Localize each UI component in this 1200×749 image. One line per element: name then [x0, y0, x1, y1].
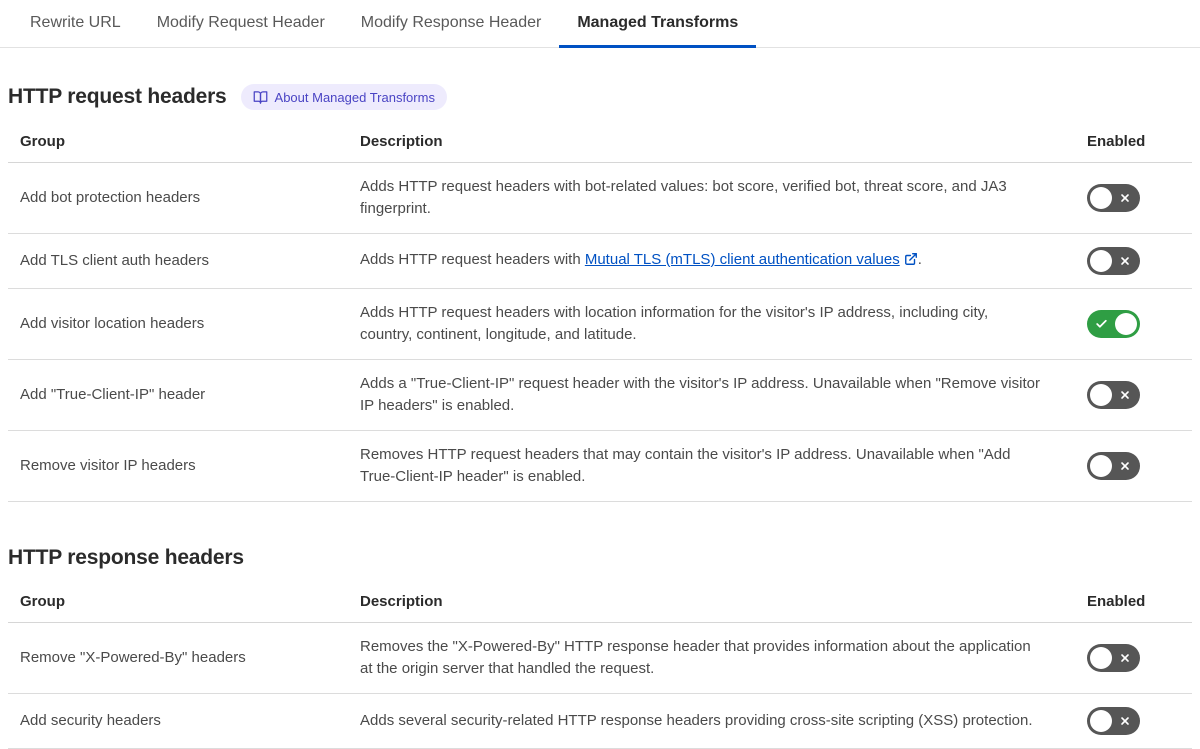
mtls-values-link[interactable]: Mutual TLS (mTLS) client authentication …	[585, 251, 900, 268]
group-cell: Remove visitor IP headers	[20, 457, 196, 474]
x-icon	[1119, 460, 1131, 472]
column-header-enabled: Enabled	[1087, 133, 1146, 150]
description-cell: Removes HTTP request headers that may co…	[360, 446, 1011, 485]
table-header-row: Group Description Enabled	[8, 124, 1192, 163]
table-row-add-security-headers: Add security headers Adds several securi…	[8, 694, 1192, 749]
table-row-add-tls-client-auth-headers: Add TLS client auth headers Adds HTTP re…	[8, 234, 1192, 289]
column-header-description: Description	[360, 593, 443, 610]
enabled-cell	[1087, 297, 1192, 351]
toggle-switch[interactable]	[1087, 381, 1140, 409]
table-row-remove-x-powered-by-headers: Remove "X-Powered-By" headers Removes th…	[8, 623, 1192, 694]
x-icon	[1119, 389, 1131, 401]
toggle-switch[interactable]	[1087, 452, 1140, 480]
group-cell: Remove "X-Powered-By" headers	[20, 649, 246, 666]
x-icon	[1119, 652, 1131, 664]
enabled-cell	[1087, 439, 1192, 493]
check-icon	[1095, 318, 1108, 331]
group-cell: Add TLS client auth headers	[20, 252, 210, 269]
response-headers-section-head: HTTP response headers	[8, 546, 1192, 570]
description-cell: Adds HTTP request headers with Mutual TL…	[360, 236, 1087, 286]
group-cell: Add "True-Client-IP" header	[20, 386, 206, 403]
external-link-icon	[904, 251, 918, 273]
enabled-cell	[1087, 631, 1192, 685]
toggle-switch[interactable]	[1087, 644, 1140, 672]
managed-transforms-page: HTTP request headers About Managed Trans…	[0, 84, 1200, 749]
tab-modify-request-header[interactable]: Modify Request Header	[139, 0, 343, 48]
request-headers-table: Group Description Enabled Add bot protec…	[8, 124, 1192, 502]
description-cell: Adds HTTP request headers with location …	[360, 304, 989, 343]
toggle-switch[interactable]	[1087, 184, 1140, 212]
toggle-knob	[1090, 710, 1112, 732]
tab-modify-response-header[interactable]: Modify Response Header	[343, 0, 560, 48]
description-text: Adds HTTP request headers with	[360, 251, 585, 268]
table-row-add-true-client-ip-header: Add "True-Client-IP" header Adds a "True…	[8, 360, 1192, 431]
toggle-switch[interactable]	[1087, 310, 1140, 338]
column-header-description: Description	[360, 133, 443, 150]
toggle-knob	[1090, 647, 1112, 669]
description-cell: Removes the "X-Powered-By" HTTP response…	[360, 638, 1031, 677]
group-cell: Add visitor location headers	[20, 315, 205, 332]
book-icon	[253, 90, 268, 105]
description-cell: Adds a "True-Client-IP" request header w…	[360, 375, 1040, 414]
toggle-knob	[1115, 313, 1137, 335]
description-cell: Adds several security-related HTTP respo…	[360, 712, 1033, 729]
toggle-knob	[1090, 250, 1112, 272]
request-headers-section-head: HTTP request headers About Managed Trans…	[8, 84, 1192, 110]
tab-rewrite-url[interactable]: Rewrite URL	[12, 0, 139, 48]
x-icon	[1119, 715, 1131, 727]
table-row-add-bot-protection-headers: Add bot protection headers Adds HTTP req…	[8, 163, 1192, 234]
toggle-switch[interactable]	[1087, 707, 1140, 735]
toggle-switch[interactable]	[1087, 247, 1140, 275]
enabled-cell	[1087, 171, 1192, 225]
column-header-enabled: Enabled	[1087, 593, 1146, 610]
enabled-cell	[1087, 694, 1192, 748]
enabled-cell	[1087, 234, 1192, 288]
page-title-request-headers: HTTP request headers	[8, 85, 227, 108]
toggle-knob	[1090, 455, 1112, 477]
about-managed-transforms-link[interactable]: About Managed Transforms	[240, 84, 447, 110]
column-header-group: Group	[20, 593, 65, 610]
description-text: .	[917, 251, 922, 268]
description-cell: Adds HTTP request headers with bot-relat…	[360, 178, 1007, 217]
toggle-knob	[1090, 187, 1112, 209]
badge-label: About Managed Transforms	[274, 89, 435, 105]
tab-bar: Rewrite URL Modify Request Header Modify…	[0, 0, 1200, 48]
response-headers-table: Group Description Enabled Remove "X-Powe…	[8, 584, 1192, 749]
column-header-group: Group	[20, 133, 65, 150]
x-icon	[1119, 255, 1131, 267]
table-row-remove-visitor-ip-headers: Remove visitor IP headers Removes HTTP r…	[8, 431, 1192, 502]
page-title-response-headers: HTTP response headers	[8, 546, 244, 569]
enabled-cell	[1087, 368, 1192, 422]
x-icon	[1119, 192, 1131, 204]
group-cell: Add security headers	[20, 712, 161, 729]
group-cell: Add bot protection headers	[20, 189, 201, 206]
toggle-knob	[1090, 384, 1112, 406]
tab-managed-transforms[interactable]: Managed Transforms	[559, 0, 757, 48]
table-row-add-visitor-location-headers: Add visitor location headers Adds HTTP r…	[8, 289, 1192, 360]
table-header-row: Group Description Enabled	[8, 584, 1192, 623]
